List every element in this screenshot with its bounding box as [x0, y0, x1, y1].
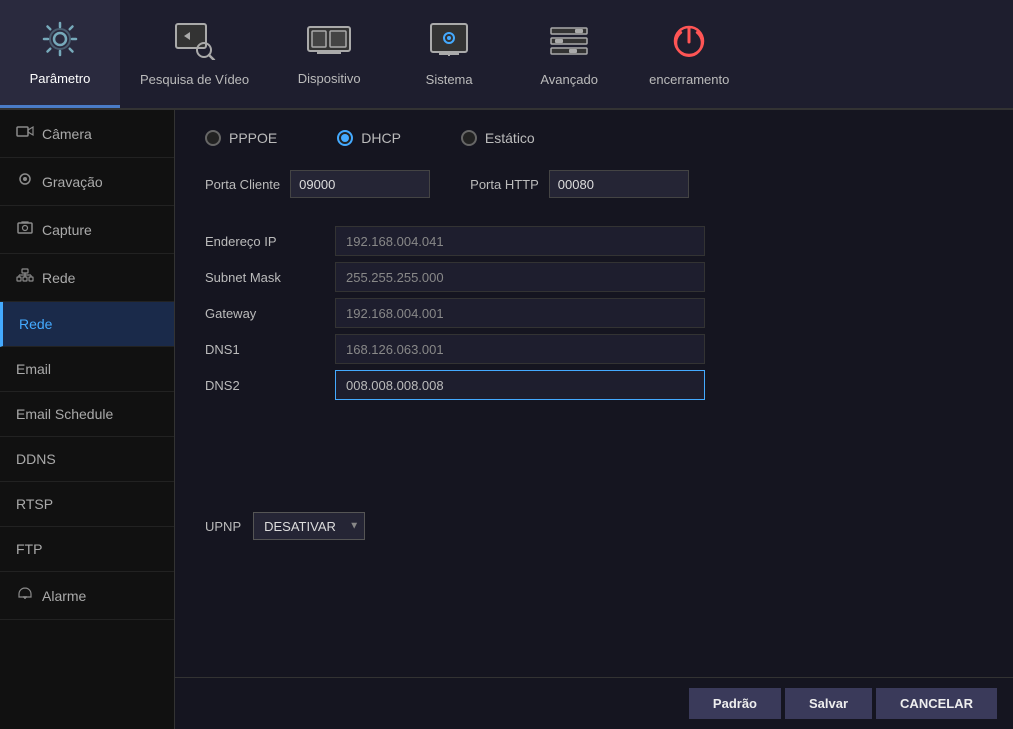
- field-row-ip: Endereço IP: [205, 226, 983, 256]
- porta-http-input[interactable]: [549, 170, 689, 198]
- top-navigation: Parâmetro Pesquisa de Vídeo Dispositivo: [0, 0, 1013, 110]
- radio-estatico-circle: [461, 130, 477, 146]
- radio-pppoe[interactable]: PPPOE: [205, 130, 277, 146]
- sidebar-item-gravacao[interactable]: Gravação: [0, 158, 174, 206]
- nav-parametro-label: Parâmetro: [30, 71, 91, 86]
- sidebar-rede-label: Rede: [19, 316, 52, 332]
- bottom-buttons: Padrão Salvar CANCELAR: [175, 677, 1013, 729]
- field-input-gateway[interactable]: [335, 298, 705, 328]
- sidebar-item-alarme[interactable]: Alarme: [0, 572, 174, 620]
- sidebar-item-email-schedule[interactable]: Email Schedule: [0, 392, 174, 437]
- sidebar-rede-parent-label: Rede: [42, 270, 75, 286]
- sidebar-capture-label: Capture: [42, 222, 92, 238]
- field-row-dns2: DNS2: [205, 370, 983, 400]
- sidebar: Câmera Gravação Capture: [0, 110, 175, 729]
- nav-parametro[interactable]: Parâmetro: [0, 0, 120, 108]
- main-panel: PPPOE DHCP Estático Porta Cliente Porta …: [175, 110, 1013, 729]
- sidebar-rtsp-label: RTSP: [16, 496, 53, 512]
- nav-sistema-label: Sistema: [426, 72, 473, 87]
- sidebar-item-camera[interactable]: Câmera: [0, 110, 174, 158]
- sidebar-item-capture[interactable]: Capture: [0, 206, 174, 254]
- capture-icon: [16, 220, 34, 239]
- nav-pesquisa-label: Pesquisa de Vídeo: [140, 72, 249, 87]
- sidebar-email-label: Email: [16, 361, 51, 377]
- connection-type-row: PPPOE DHCP Estático: [205, 130, 983, 146]
- radio-dhcp-circle: [337, 130, 353, 146]
- sidebar-camera-label: Câmera: [42, 126, 92, 142]
- porta-cliente-field: Porta Cliente: [205, 170, 430, 198]
- nav-pesquisa[interactable]: Pesquisa de Vídeo: [120, 0, 269, 108]
- field-input-ip[interactable]: [335, 226, 705, 256]
- sidebar-item-rtsp[interactable]: RTSP: [0, 482, 174, 527]
- field-label-dns2: DNS2: [205, 378, 335, 393]
- network-icon: [16, 268, 34, 287]
- porta-cliente-label: Porta Cliente: [205, 177, 280, 192]
- camera-icon: [16, 124, 34, 143]
- porta-http-field: Porta HTTP: [470, 170, 689, 198]
- field-label-subnet: Subnet Mask: [205, 270, 335, 285]
- field-row-dns1: DNS1: [205, 334, 983, 364]
- recording-icon: [16, 172, 34, 191]
- field-label-gateway: Gateway: [205, 306, 335, 321]
- radio-dhcp-label: DHCP: [361, 130, 401, 146]
- port-row: Porta Cliente Porta HTTP: [205, 170, 983, 198]
- sidebar-ddns-label: DDNS: [16, 451, 56, 467]
- radio-pppoe-circle: [205, 130, 221, 146]
- sidebar-alarme-label: Alarme: [42, 588, 86, 604]
- nav-encerramento-label: encerramento: [649, 72, 729, 87]
- radio-estatico[interactable]: Estático: [461, 130, 535, 146]
- field-row-subnet: Subnet Mask: [205, 262, 983, 292]
- porta-cliente-input[interactable]: [290, 170, 430, 198]
- sidebar-item-rede-parent[interactable]: Rede: [0, 254, 174, 302]
- system-icon: [429, 22, 469, 66]
- network-fields: Endereço IP Subnet Mask Gateway DNS1 DNS…: [205, 226, 983, 406]
- field-input-dns1[interactable]: [335, 334, 705, 364]
- sidebar-item-email[interactable]: Email: [0, 347, 174, 392]
- radio-estatico-label: Estático: [485, 130, 535, 146]
- alarm-icon: [16, 586, 34, 605]
- nav-avancado-label: Avançado: [540, 72, 598, 87]
- sidebar-gravacao-label: Gravação: [42, 174, 103, 190]
- field-label-ip: Endereço IP: [205, 234, 335, 249]
- porta-http-label: Porta HTTP: [470, 177, 539, 192]
- field-row-gateway: Gateway: [205, 298, 983, 328]
- nav-dispositivo-label: Dispositivo: [298, 71, 361, 86]
- save-button[interactable]: Salvar: [785, 688, 872, 719]
- device-icon: [307, 23, 351, 65]
- radio-dhcp[interactable]: DHCP: [337, 130, 401, 146]
- power-icon: [670, 22, 708, 66]
- advanced-icon: [549, 22, 589, 66]
- nav-encerramento[interactable]: encerramento: [629, 0, 749, 108]
- nav-sistema[interactable]: Sistema: [389, 0, 509, 108]
- gear-icon: [40, 19, 80, 65]
- field-input-dns2[interactable]: [335, 370, 705, 400]
- default-button[interactable]: Padrão: [689, 688, 781, 719]
- sidebar-ftp-label: FTP: [16, 541, 42, 557]
- upnp-label: UPNP: [205, 519, 241, 534]
- upnp-select-wrap: DESATIVAR ATIVAR: [253, 512, 365, 540]
- field-label-dns1: DNS1: [205, 342, 335, 357]
- nav-avancado[interactable]: Avançado: [509, 0, 629, 108]
- field-input-subnet[interactable]: [335, 262, 705, 292]
- video-search-icon: [174, 22, 216, 66]
- radio-pppoe-label: PPPOE: [229, 130, 277, 146]
- sidebar-item-ftp[interactable]: FTP: [0, 527, 174, 572]
- sidebar-item-ddns[interactable]: DDNS: [0, 437, 174, 482]
- cancel-button[interactable]: CANCELAR: [876, 688, 997, 719]
- content-area: Câmera Gravação Capture: [0, 110, 1013, 729]
- upnp-select[interactable]: DESATIVAR ATIVAR: [253, 512, 365, 540]
- upnp-row: UPNP DESATIVAR ATIVAR: [205, 502, 983, 540]
- sidebar-item-rede[interactable]: Rede: [0, 302, 174, 347]
- nav-dispositivo[interactable]: Dispositivo: [269, 0, 389, 108]
- sidebar-email-schedule-label: Email Schedule: [16, 406, 113, 422]
